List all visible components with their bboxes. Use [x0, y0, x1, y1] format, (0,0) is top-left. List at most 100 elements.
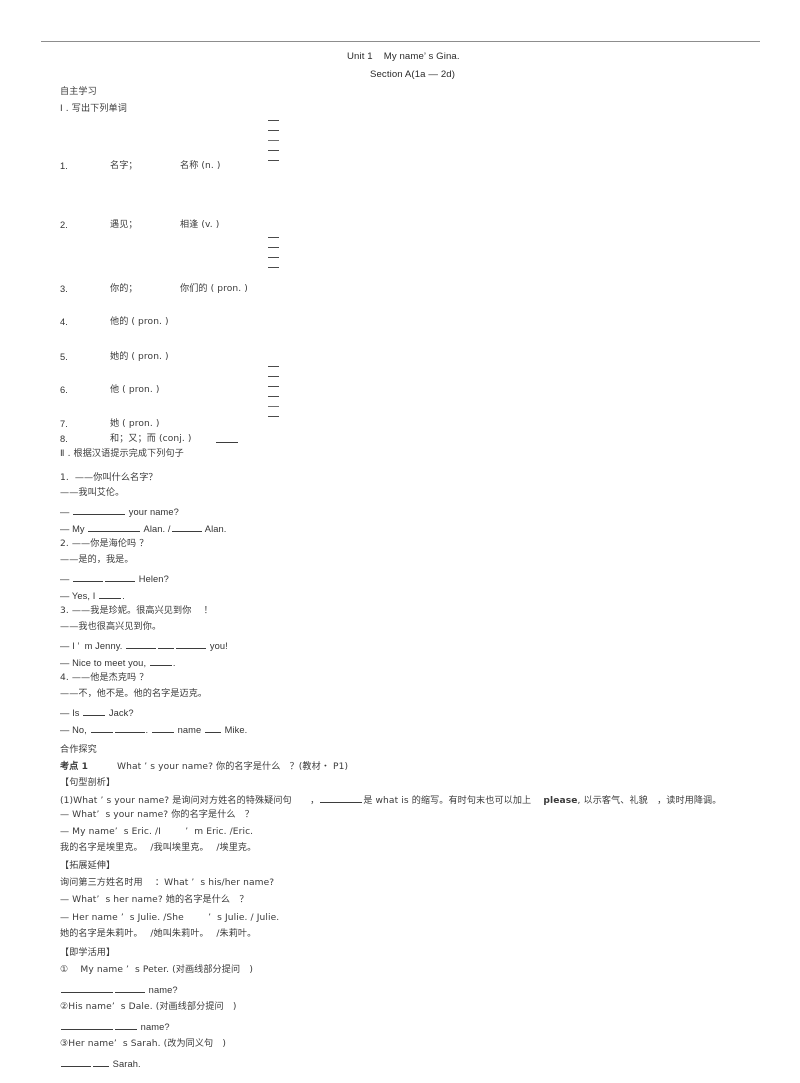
- answer-blank[interactable]: [90, 724, 113, 733]
- example-answer-translation: 我的名字是埃里克。 /我叫埃里克。 /埃里克。: [60, 843, 257, 853]
- exercise-fill-pre: — Is: [60, 708, 83, 718]
- vocab-number: 6.: [60, 385, 68, 395]
- vocab-chinese-primary: 她的 ( pron. ): [110, 352, 169, 362]
- answer-blank[interactable]: [268, 267, 279, 268]
- answer-blank[interactable]: [268, 140, 279, 141]
- vocab-inline-blank[interactable]: [215, 434, 239, 446]
- answer-blank[interactable]: [149, 657, 172, 666]
- extension-answer-translation: 她的名字是朱莉叶。 /她叫朱莉叶。 /朱莉叶。: [60, 929, 257, 939]
- answer-blank[interactable]: [268, 120, 279, 121]
- apply-prompt: ②His name’ s Dale. (对画线部分提问 ): [60, 1002, 237, 1012]
- answer-blank[interactable]: [268, 247, 279, 248]
- exercise-fill-line[interactable]: — I ’ m Jenny. you!: [60, 640, 228, 652]
- vocab-chinese-primary: 名字；: [110, 161, 138, 171]
- worksheet-page: Unit 1 My name’ s Gina. Section A(1a — 2…: [0, 0, 800, 1083]
- exercise-fill-pre: —: [60, 507, 73, 517]
- answer-blank[interactable]: [171, 523, 202, 532]
- vocab-chinese-secondary: 名称 (n. ): [180, 161, 221, 171]
- answer-blank[interactable]: [126, 640, 157, 649]
- answer-blank[interactable]: [99, 590, 122, 599]
- exercise-fill-mid: .: [145, 725, 151, 735]
- answer-blank[interactable]: [320, 794, 363, 803]
- answer-blank[interactable]: [105, 573, 136, 582]
- answer-blank[interactable]: [216, 434, 238, 443]
- exercise-fill-pre: — Nice to meet you,: [60, 658, 149, 668]
- answer-blank[interactable]: [158, 640, 175, 649]
- exercise-fill-line[interactable]: — No, . name Mike.: [60, 724, 247, 736]
- exercise-prompt-cn: 4. ——他是杰克吗 ？: [60, 673, 149, 683]
- answer-blank[interactable]: [204, 724, 221, 733]
- answer-blank[interactable]: [268, 237, 279, 238]
- vocab-chinese-secondary: 你们的 ( pron. ): [180, 284, 248, 294]
- vocab-chinese-primary: 和；又；而 (conj. ): [110, 434, 192, 444]
- exercise-fill-post: Alan.: [202, 524, 227, 534]
- answer-blank[interactable]: [115, 984, 145, 993]
- extension-rule: 询问第三方姓名时用 ：What ’ s his/her name?: [60, 878, 275, 888]
- vocab-number: 2.: [60, 220, 68, 230]
- apply-answer-line[interactable]: name?: [60, 1021, 170, 1033]
- apply-answer-post: name?: [138, 1022, 170, 1032]
- answer-blank[interactable]: [268, 130, 279, 131]
- answer-blank-group[interactable]: [268, 237, 279, 277]
- answer-blank[interactable]: [268, 150, 279, 151]
- answer-blank[interactable]: [115, 1021, 137, 1030]
- answer-blank[interactable]: [61, 984, 113, 993]
- extension-answer: — Her name ’ s Julie. /She ’ s Julie. / …: [60, 913, 280, 923]
- answer-blank-group[interactable]: [268, 366, 279, 426]
- exercise-prompt-cn: 1. ——你叫什么名字？: [60, 473, 158, 483]
- answer-blank[interactable]: [93, 1058, 109, 1067]
- answer-blank[interactable]: [114, 724, 145, 733]
- answer-blank[interactable]: [61, 1058, 91, 1067]
- answer-blank[interactable]: [268, 406, 279, 407]
- answer-blank[interactable]: [73, 573, 104, 582]
- answer-blank[interactable]: [268, 366, 279, 367]
- answer-blank-group[interactable]: [268, 120, 279, 170]
- header-divider: [41, 41, 760, 42]
- apply-prompt: ③Her name’ s Sarah. (改为同义句 ): [60, 1039, 227, 1049]
- answer-blank[interactable]: [268, 386, 279, 387]
- answer-blank[interactable]: [83, 707, 106, 716]
- apply-answer-line[interactable]: name?: [60, 984, 178, 996]
- example-question: — What’ s your name? 你的名字是什么 ？: [60, 810, 254, 820]
- exercise-fill-line[interactable]: — your name?: [60, 506, 179, 518]
- exercise-fill-post: your name?: [126, 507, 179, 517]
- answer-blank[interactable]: [268, 376, 279, 377]
- analysis-heading: 【句型剖析】: [60, 778, 116, 788]
- self-study-heading: 自主学习: [60, 87, 97, 97]
- answer-blank[interactable]: [268, 257, 279, 258]
- apply-heading: 【即学活用】: [60, 948, 116, 958]
- exercise-fill-line[interactable]: — My Alan. / Alan.: [60, 523, 226, 535]
- exercise-prompt-cn: 2. ——你是海伦吗 ？: [60, 539, 149, 549]
- exercise-fill-line[interactable]: — Yes, I .: [60, 590, 125, 602]
- answer-blank[interactable]: [151, 724, 174, 733]
- vocab-chinese-primary: 遇见；: [110, 220, 138, 230]
- exercise-fill-pre: — I ’ m Jenny.: [60, 641, 126, 651]
- analysis-keyword: please: [543, 796, 578, 806]
- exercise-fill-line[interactable]: — Helen?: [60, 573, 169, 585]
- exercise-fill-pre: —: [60, 574, 73, 584]
- exercise-fill-mid: Alan. /: [141, 524, 171, 534]
- exercise-fill-pre: — My: [60, 524, 88, 534]
- extension-heading: 【拓展延伸】: [60, 861, 116, 871]
- exercise-fill-line[interactable]: — Nice to meet you, .: [60, 657, 176, 669]
- apply-answer-line[interactable]: Sarah.: [60, 1058, 141, 1070]
- answer-blank[interactable]: [268, 416, 279, 417]
- vocab-number: 8.: [60, 434, 68, 444]
- page-subtitle: Section A(1a — 2d): [370, 69, 455, 80]
- vocab-chinese-primary: 他的 ( pron. ): [110, 317, 169, 327]
- answer-blank[interactable]: [268, 160, 279, 161]
- example-answer: — My name’ s Eric. /I ’ m Eric. /Eric.: [60, 827, 254, 837]
- apply-answer-post: Sarah.: [110, 1059, 141, 1069]
- answer-blank[interactable]: [61, 1021, 113, 1030]
- answer-blank[interactable]: [88, 523, 141, 532]
- answer-blank[interactable]: [268, 396, 279, 397]
- kaodian-headline: What ’ s your name? 你的名字是什么 ？(教材・ P1): [117, 762, 349, 772]
- exercise-fill-pre: — Yes, I: [60, 591, 99, 601]
- answer-blank[interactable]: [176, 640, 207, 649]
- analysis-post: , 以示客气、礼貌 ，读时用降调。: [577, 796, 722, 806]
- exercise-fill-post: you!: [207, 641, 228, 651]
- exercise-fill-post: .: [122, 591, 125, 601]
- exercise-fill-line[interactable]: — Is Jack?: [60, 707, 134, 719]
- exercise-answer-cn: ——是的，我是。: [60, 555, 134, 565]
- answer-blank[interactable]: [73, 506, 126, 515]
